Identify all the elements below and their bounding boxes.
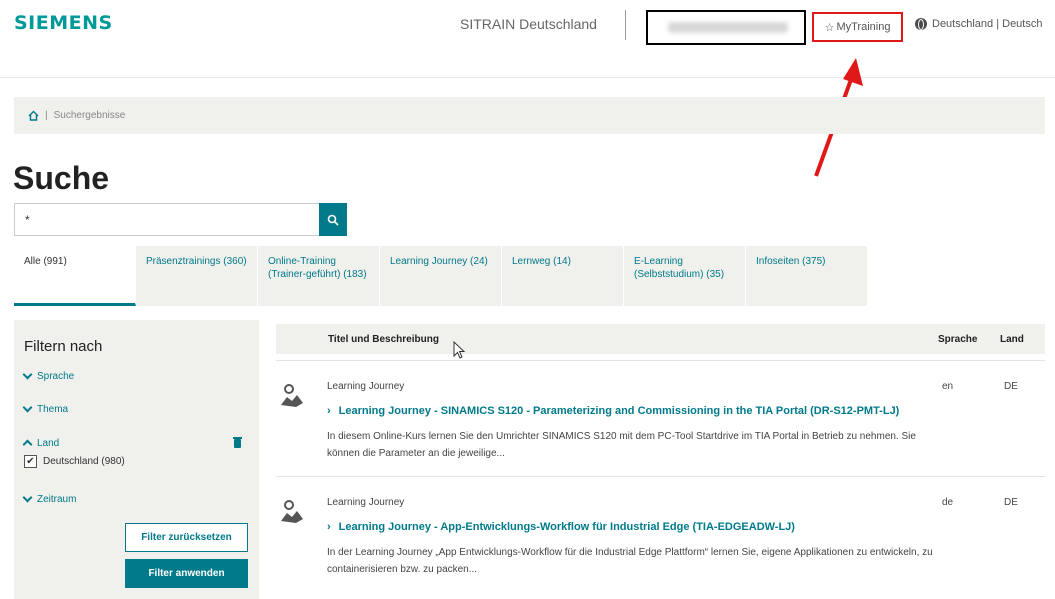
search-icon (327, 214, 339, 226)
chevron-down-icon (22, 369, 33, 379)
result-language: en (942, 381, 954, 392)
result-type: Learning Journey (327, 497, 405, 508)
user-account-box[interactable] (646, 10, 806, 45)
table-header: Titel und Beschreibung Sprache Land (276, 324, 1045, 354)
siemens-logo[interactable]: SIEMENS (14, 12, 113, 34)
tab-online-training[interactable]: Online-Training (Trainer-geführt) (183) (258, 246, 380, 306)
tab-learning-journey[interactable]: Learning Journey (24) (380, 246, 502, 306)
filter-land-label: Land (37, 437, 60, 449)
filter-apply-button[interactable]: Filter anwenden (125, 559, 248, 588)
result-title-link[interactable]: › Learning Journey - SINAMICS S120 - Par… (327, 405, 899, 417)
mytraining-link[interactable]: ☆ MyTraining (812, 12, 903, 42)
page-title: Suche (13, 160, 110, 196)
trash-icon[interactable] (233, 437, 242, 448)
site-title[interactable]: SITRAIN Deutschland (460, 16, 597, 32)
star-icon: ☆ (824, 21, 835, 34)
home-icon[interactable] (28, 110, 39, 121)
result-description: In diesem Online-Kurs lernen Sie den Umr… (327, 431, 916, 459)
filter-land[interactable]: Land (22, 436, 60, 450)
mytraining-label: MyTraining (836, 21, 891, 33)
filter-sprache[interactable]: Sprache (22, 369, 75, 383)
result-title: Learning Journey - SINAMICS S120 - Param… (338, 405, 900, 417)
map-pin-icon (281, 384, 303, 407)
tab-alle[interactable]: Alle (991) (14, 246, 136, 306)
filter-reset-button[interactable]: Filter zurücksetzen (125, 523, 248, 552)
mouse-cursor-icon (453, 341, 466, 359)
land-option-deutschland[interactable]: ✔ Deutschland (980) (24, 455, 125, 468)
result-country: DE (1004, 381, 1018, 392)
col-land[interactable]: Land (1000, 334, 1040, 345)
col-sprache[interactable]: Sprache (938, 334, 1000, 345)
chevron-down-icon (22, 402, 33, 412)
search-bar (14, 203, 347, 236)
breadcrumb-separator: | (45, 110, 48, 121)
result-country: DE (1004, 497, 1018, 508)
blurred-user-name (668, 22, 788, 33)
chevron-right-icon: › (327, 405, 331, 417)
filter-sidebar: Filtern nach Sprache Thema Land ✔ Deutsc… (14, 320, 259, 599)
header-divider (625, 10, 626, 40)
result-language: de (942, 497, 954, 508)
col-title[interactable]: Titel und Beschreibung (328, 334, 938, 345)
breadcrumb: | Suchergebnisse (14, 97, 1045, 134)
tab-lernweg[interactable]: Lernweg (14) (502, 246, 624, 306)
filter-zeitraum[interactable]: Zeitraum (22, 492, 77, 506)
search-input[interactable] (14, 203, 319, 236)
filter-heading: Filtern nach (24, 338, 103, 355)
result-title: Learning Journey - App-Entwicklungs-Work… (338, 521, 795, 533)
language-selector[interactable]: Deutschland | Deutsch (915, 18, 1042, 30)
chevron-down-icon (22, 492, 33, 502)
chevron-right-icon: › (327, 521, 331, 533)
search-button[interactable] (319, 203, 347, 236)
results-table: Titel und Beschreibung Sprache Land Lear… (276, 324, 1045, 592)
filter-thema-label: Thema (37, 403, 69, 415)
filter-zeitraum-label: Zeitraum (37, 493, 77, 505)
breadcrumb-current: Suchergebnisse (53, 110, 126, 121)
filter-sprache-label: Sprache (37, 370, 75, 382)
map-pin-icon (281, 500, 303, 523)
land-option-label: Deutschland (980) (43, 456, 125, 467)
result-tabs: Alle (991) Präsenztrainings (360) Online… (14, 246, 868, 306)
filter-thema[interactable]: Thema (22, 402, 69, 416)
checkbox-checked[interactable]: ✔ (24, 455, 37, 468)
result-description: In der Learning Journey „App Entwicklung… (327, 547, 933, 575)
table-row: Learning Journey › Learning Journey - Ap… (276, 476, 1045, 592)
chevron-up-icon (22, 439, 33, 450)
tab-infoseiten[interactable]: Infoseiten (375) (746, 246, 868, 306)
tab-praesenztrainings[interactable]: Präsenztrainings (360) (136, 246, 258, 306)
table-row: Learning Journey › Learning Journey - SI… (276, 360, 1045, 476)
site-header: SIEMENS SITRAIN Deutschland ☆ MyTraining … (0, 0, 1055, 78)
globe-icon (915, 18, 927, 30)
result-title-link[interactable]: › Learning Journey - App-Entwicklungs-Wo… (327, 521, 795, 533)
tab-e-learning[interactable]: E-Learning (Selbststudium) (35) (624, 246, 746, 306)
language-label: Deutschland | Deutsch (932, 18, 1043, 30)
result-type: Learning Journey (327, 381, 405, 392)
